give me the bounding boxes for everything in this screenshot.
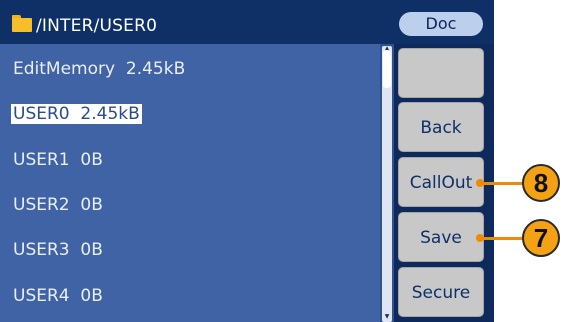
file-name: USER1 xyxy=(13,150,70,170)
callout-leader-line xyxy=(480,182,523,185)
file-list: EditMemory 2.45kB USER0 2.45kB USER1 0B … xyxy=(0,44,380,322)
list-item-selected[interactable]: USER0 2.45kB xyxy=(11,104,142,124)
callout-leader-line xyxy=(480,237,523,240)
callout-marker-8: 8 xyxy=(522,164,560,202)
file-name: EditMemory xyxy=(13,59,116,79)
list-item[interactable]: EditMemory 2.45kB xyxy=(13,59,185,79)
list-item[interactable]: USER3 0B xyxy=(13,240,103,260)
file-size: 0B xyxy=(80,286,103,306)
list-item[interactable]: USER4 0B xyxy=(13,286,103,306)
file-size: 0B xyxy=(80,150,103,170)
file-size: 2.45kB xyxy=(125,59,186,79)
folder-icon xyxy=(12,15,32,32)
file-name: USER4 xyxy=(13,286,70,306)
secure-button[interactable]: Secure xyxy=(398,267,484,317)
file-name: USER3 xyxy=(13,240,70,260)
file-size: 0B xyxy=(80,240,103,260)
doc-indicator: Doc xyxy=(399,12,483,36)
scroll-down-arrow-icon[interactable]: ▼ xyxy=(382,314,392,320)
title-bar: /INTER/USER0 Doc xyxy=(0,0,494,44)
current-path: /INTER/USER0 xyxy=(36,16,158,36)
list-item[interactable]: USER2 0B xyxy=(13,195,103,215)
file-name: USER0 xyxy=(13,104,70,124)
file-name: USER2 xyxy=(13,195,70,215)
scroll-thumb[interactable] xyxy=(383,50,391,88)
file-size: 2.45kB xyxy=(80,104,140,124)
list-item[interactable]: USER1 0B xyxy=(13,150,103,170)
file-size: 0B xyxy=(80,195,103,215)
back-button[interactable]: Back xyxy=(398,102,484,152)
callout-button[interactable]: CallOut xyxy=(398,157,484,207)
save-button[interactable]: Save xyxy=(398,212,484,262)
callout-marker-7: 7 xyxy=(522,219,560,257)
softkey-blank[interactable] xyxy=(398,48,484,98)
